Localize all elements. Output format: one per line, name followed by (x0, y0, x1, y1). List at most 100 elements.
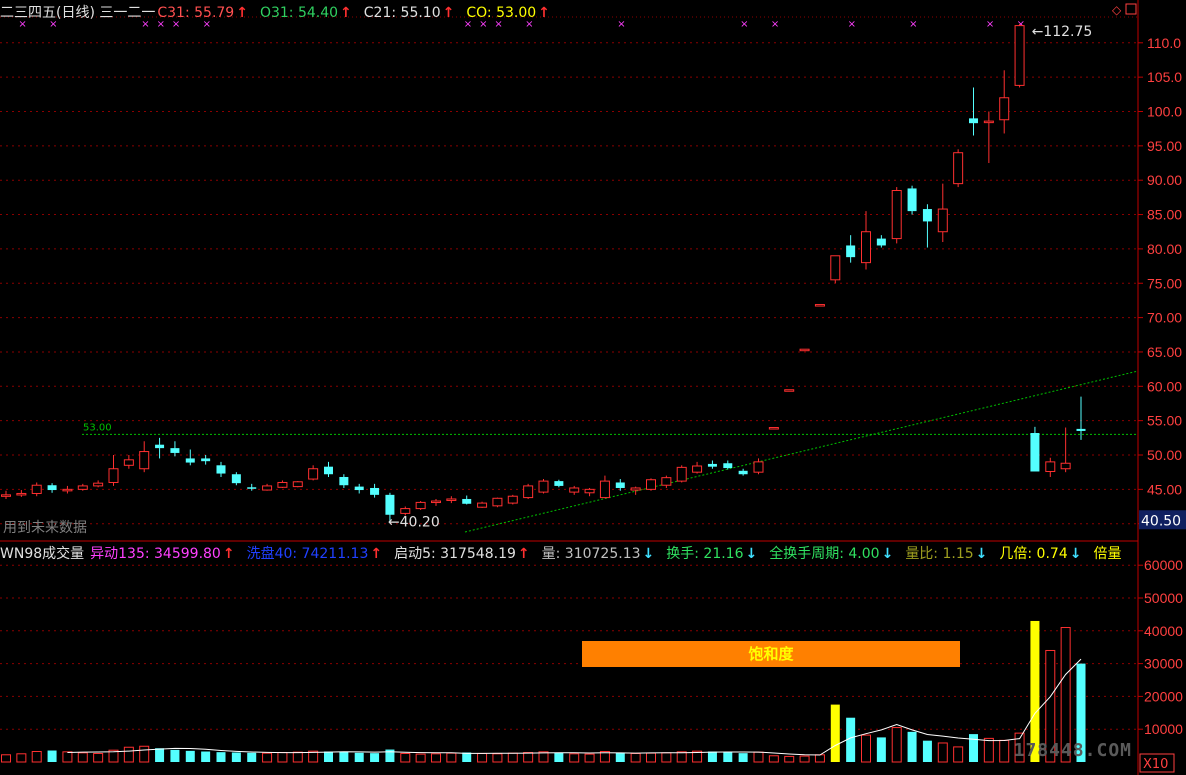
candle-body (999, 97, 1010, 121)
candle-body (630, 487, 641, 491)
candle-body (814, 304, 825, 307)
arrow-icon: ↑ (340, 5, 352, 21)
chart-title: 二三四五(日线) 三一二一 (0, 5, 156, 21)
candle-body (569, 487, 580, 493)
volume-title: WN98成交量 (0, 546, 85, 562)
candle-body (1030, 433, 1040, 472)
volume-tick-label: 10000 (1144, 721, 1183, 737)
volume-indicator: 换手: 21.16 (666, 546, 744, 562)
candle-body (277, 481, 288, 488)
price-indicator: CO: 53.00 (466, 5, 537, 21)
candle-body (339, 476, 349, 486)
volume-bar (876, 737, 886, 762)
volume-bar (768, 755, 779, 763)
volume-bar (738, 753, 748, 762)
candle-body (676, 466, 687, 482)
volume-bar (62, 751, 73, 763)
signal-mark: × (740, 19, 748, 30)
volume-indicator: 洗盘40: 74211.13 (246, 546, 369, 562)
volume-bar (370, 753, 380, 762)
arrow-icon: ↑ (222, 546, 235, 562)
volume-bar (170, 749, 180, 762)
candle-body (201, 458, 211, 462)
volume-bar (339, 751, 349, 762)
signal-mark: × (848, 19, 856, 30)
price-header: 二三四五(日线) 三一二一 C31: 55.79 ↑ O31: 54.40 ↑ C21:… (0, 3, 564, 23)
candle-body (93, 482, 104, 487)
volume-indicator: 量比: 1.15 (905, 546, 974, 562)
candle-body (615, 482, 625, 488)
price-tick-label: 105.0 (1147, 69, 1182, 85)
volume-bar (953, 746, 964, 763)
candle-body (262, 485, 273, 491)
candle-body (646, 479, 656, 490)
signal-mark: × (617, 19, 625, 30)
candle-body (139, 451, 150, 470)
volume-bar (969, 734, 978, 762)
candle-body (799, 348, 810, 352)
arrow-icon: ↑ (442, 5, 455, 21)
candle-body (247, 487, 257, 489)
candle-body (324, 466, 333, 475)
candle-body (123, 459, 134, 466)
volume-bar (707, 751, 717, 762)
volume-bar (155, 748, 165, 762)
candle-body (891, 190, 902, 240)
price-tick-label: 60.00 (1147, 378, 1182, 394)
candle-body (370, 487, 380, 495)
volume-bar (324, 751, 333, 762)
volume-bar (93, 752, 104, 763)
volume-bar (139, 745, 150, 763)
candle-body (768, 427, 779, 430)
volume-indicator: 启动5: 317548.19 (394, 546, 516, 562)
candle-body (185, 458, 195, 463)
signal-mark: × (986, 19, 994, 30)
volume-bar (907, 731, 917, 762)
price-tick-label: 55.00 (1147, 413, 1182, 429)
candle-body (354, 486, 364, 491)
future-data-warning: 用到未来数据 (3, 520, 87, 536)
volume-indicator: 异动135: 34599.80 (90, 546, 221, 562)
volume-bar (937, 742, 948, 763)
price-tick-label: 75.00 (1147, 275, 1182, 291)
price-tick-label: 65.00 (1147, 344, 1182, 360)
price-tick-label: 110.0 (1147, 35, 1181, 51)
candle-body (231, 474, 241, 484)
saturation-bar: 饱和度 (582, 641, 960, 667)
volume-bar (661, 752, 672, 763)
volume-bar (814, 754, 825, 763)
signal-mark: × (909, 19, 917, 30)
candle-body (446, 498, 457, 501)
volume-bar (1, 754, 11, 763)
price-tick-label: 80.00 (1147, 241, 1182, 257)
volume-bar (31, 751, 42, 763)
volume-bar (16, 753, 27, 763)
candle-body (1, 494, 11, 497)
price-indicator: O31: 54.40 (259, 5, 339, 21)
volume-bar (523, 751, 534, 763)
price-tick-label: 50.00 (1147, 447, 1182, 463)
candle-body (723, 463, 733, 469)
volume-bar (400, 752, 411, 763)
volume-bar (569, 753, 580, 763)
candle-body (969, 118, 978, 124)
candle-body (108, 468, 119, 483)
volume-bar (262, 752, 273, 763)
candle-body (830, 255, 841, 281)
candle-body (400, 508, 411, 514)
volume-indicator: 倍量 (1093, 546, 1122, 562)
candle-body (554, 481, 564, 486)
arrow-icon: ↑ (517, 546, 530, 562)
volume-bar (554, 752, 564, 762)
price-tick-label: 85.00 (1147, 207, 1182, 223)
candle-body (937, 208, 948, 233)
price-tick-label: 95.00 (1147, 138, 1182, 154)
candle-body (77, 485, 88, 490)
watermark: 178448.COM (1013, 740, 1132, 761)
volume-bar (446, 752, 457, 763)
volume-bar (47, 750, 57, 762)
candle-body (584, 488, 595, 494)
signal-mark: × (771, 19, 779, 30)
price-tick-label: 45.00 (1147, 481, 1182, 497)
volume-bar (123, 746, 134, 763)
